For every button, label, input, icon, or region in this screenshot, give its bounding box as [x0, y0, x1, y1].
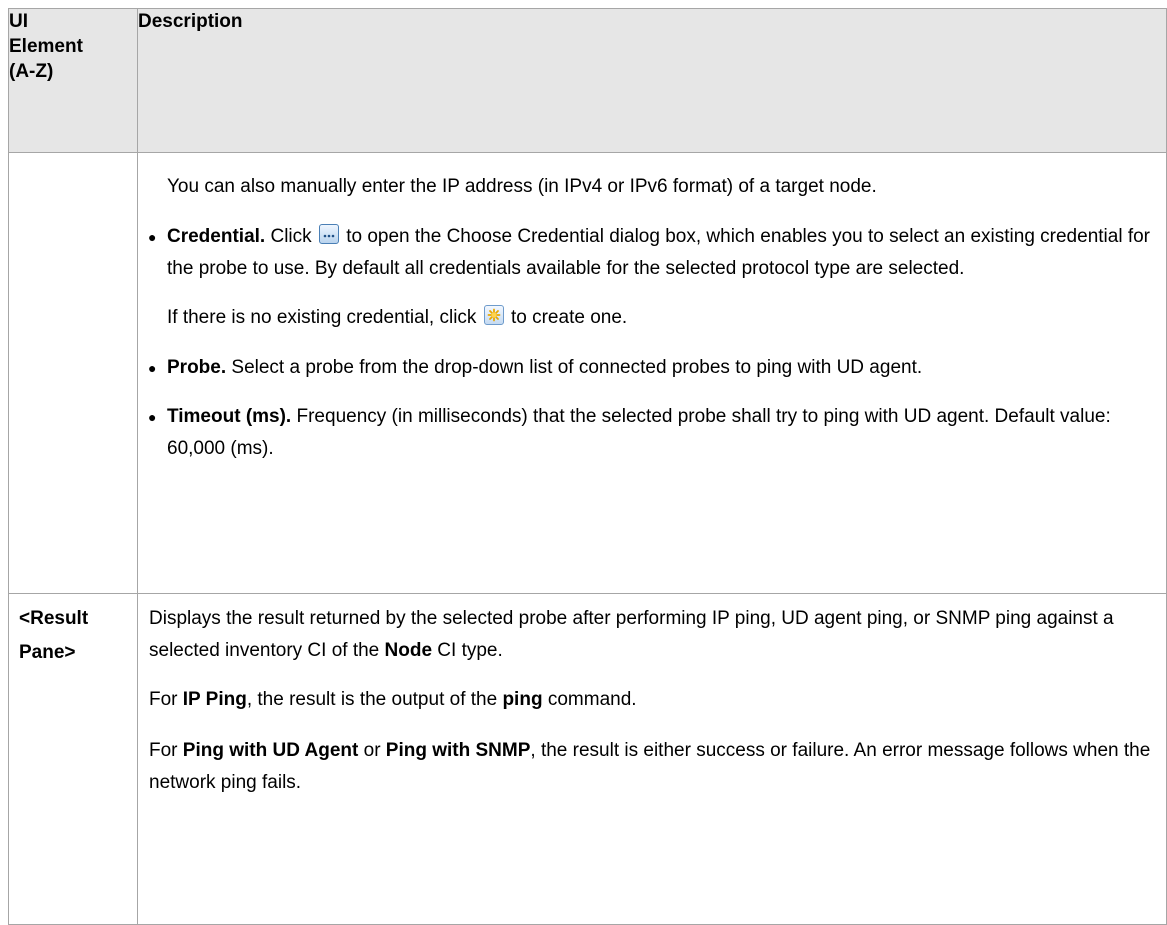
probe-bullet: ● Probe. Select a probe from the drop-do…: [138, 352, 1156, 384]
ud-snmp-paragraph: For Ping with UD Agent or Ping with SNMP…: [149, 735, 1154, 799]
description-cell: Displays the result returned by the sele…: [137, 593, 1167, 925]
no-credential-text: to create one.: [505, 307, 628, 328]
paragraph-text: Displays the result returned by the sele…: [149, 608, 1114, 661]
paragraph-text: For: [149, 740, 183, 761]
new-icon: [483, 305, 504, 325]
paragraph-text: or: [358, 740, 386, 761]
paragraph-text: , the result is the output of the: [246, 689, 503, 710]
result-description-paragraph: Displays the result returned by the sele…: [149, 603, 1154, 667]
bullet-icon: ●: [148, 229, 157, 245]
credential-term: Credential.: [167, 226, 266, 247]
header-ui-element-line: (A-Z): [9, 61, 54, 82]
paragraph-text: For: [149, 689, 183, 710]
probe-text: Select a probe from the drop-down list o…: [226, 357, 923, 378]
timeout-bullet: ● Timeout (ms). Frequency (in millisecon…: [138, 401, 1156, 465]
description-cell: You can also manually enter the IP addre…: [137, 152, 1167, 594]
ip-ping-paragraph: For IP Ping, the result is the output of…: [149, 684, 1154, 716]
no-credential-text: If there is no existing credential, clic…: [167, 307, 482, 328]
ui-element-cell: [8, 152, 138, 594]
manual-ip-paragraph: You can also manually enter the IP addre…: [167, 176, 877, 197]
timeout-text: Frequency (in milliseconds) that the sel…: [167, 406, 1111, 459]
result-pane-line: <Result: [19, 608, 89, 629]
bold-term: ping: [502, 689, 543, 710]
timeout-term: Timeout (ms).: [167, 406, 292, 427]
paragraph-text: CI type.: [432, 640, 503, 661]
probe-term: Probe.: [167, 357, 227, 378]
table-row: You can also manually enter the IP addre…: [8, 152, 1167, 594]
header-ui-element-line: UI: [9, 11, 28, 32]
ui-element-cell: <Result Pane>: [8, 593, 138, 925]
credential-bullet: ● Credential. Click to open the Choose C…: [138, 221, 1156, 285]
bold-term: Node: [384, 640, 433, 661]
ui-element-table: UI Element (A-Z) Description You can als…: [8, 8, 1167, 925]
credential-text: Click: [265, 226, 317, 247]
ellipsis-icon: [318, 224, 339, 244]
bullet-icon: ●: [148, 409, 157, 425]
bold-term: Ping with UD Agent: [182, 740, 359, 761]
paragraph-text: command.: [542, 689, 637, 710]
header-description: Description: [137, 8, 1167, 153]
table-row: <Result Pane> Displays the result return…: [8, 593, 1167, 925]
bold-term: Ping with SNMP: [385, 740, 531, 761]
no-credential-paragraph: If there is no existing credential, clic…: [138, 302, 1156, 334]
table-header-row: UI Element (A-Z) Description: [8, 8, 1167, 153]
header-ui-element: UI Element (A-Z): [8, 8, 138, 153]
bullet-icon: ●: [148, 360, 157, 376]
result-pane-line: Pane>: [19, 642, 76, 663]
header-ui-element-line: Element: [9, 36, 83, 57]
bold-term: IP Ping: [182, 689, 247, 710]
